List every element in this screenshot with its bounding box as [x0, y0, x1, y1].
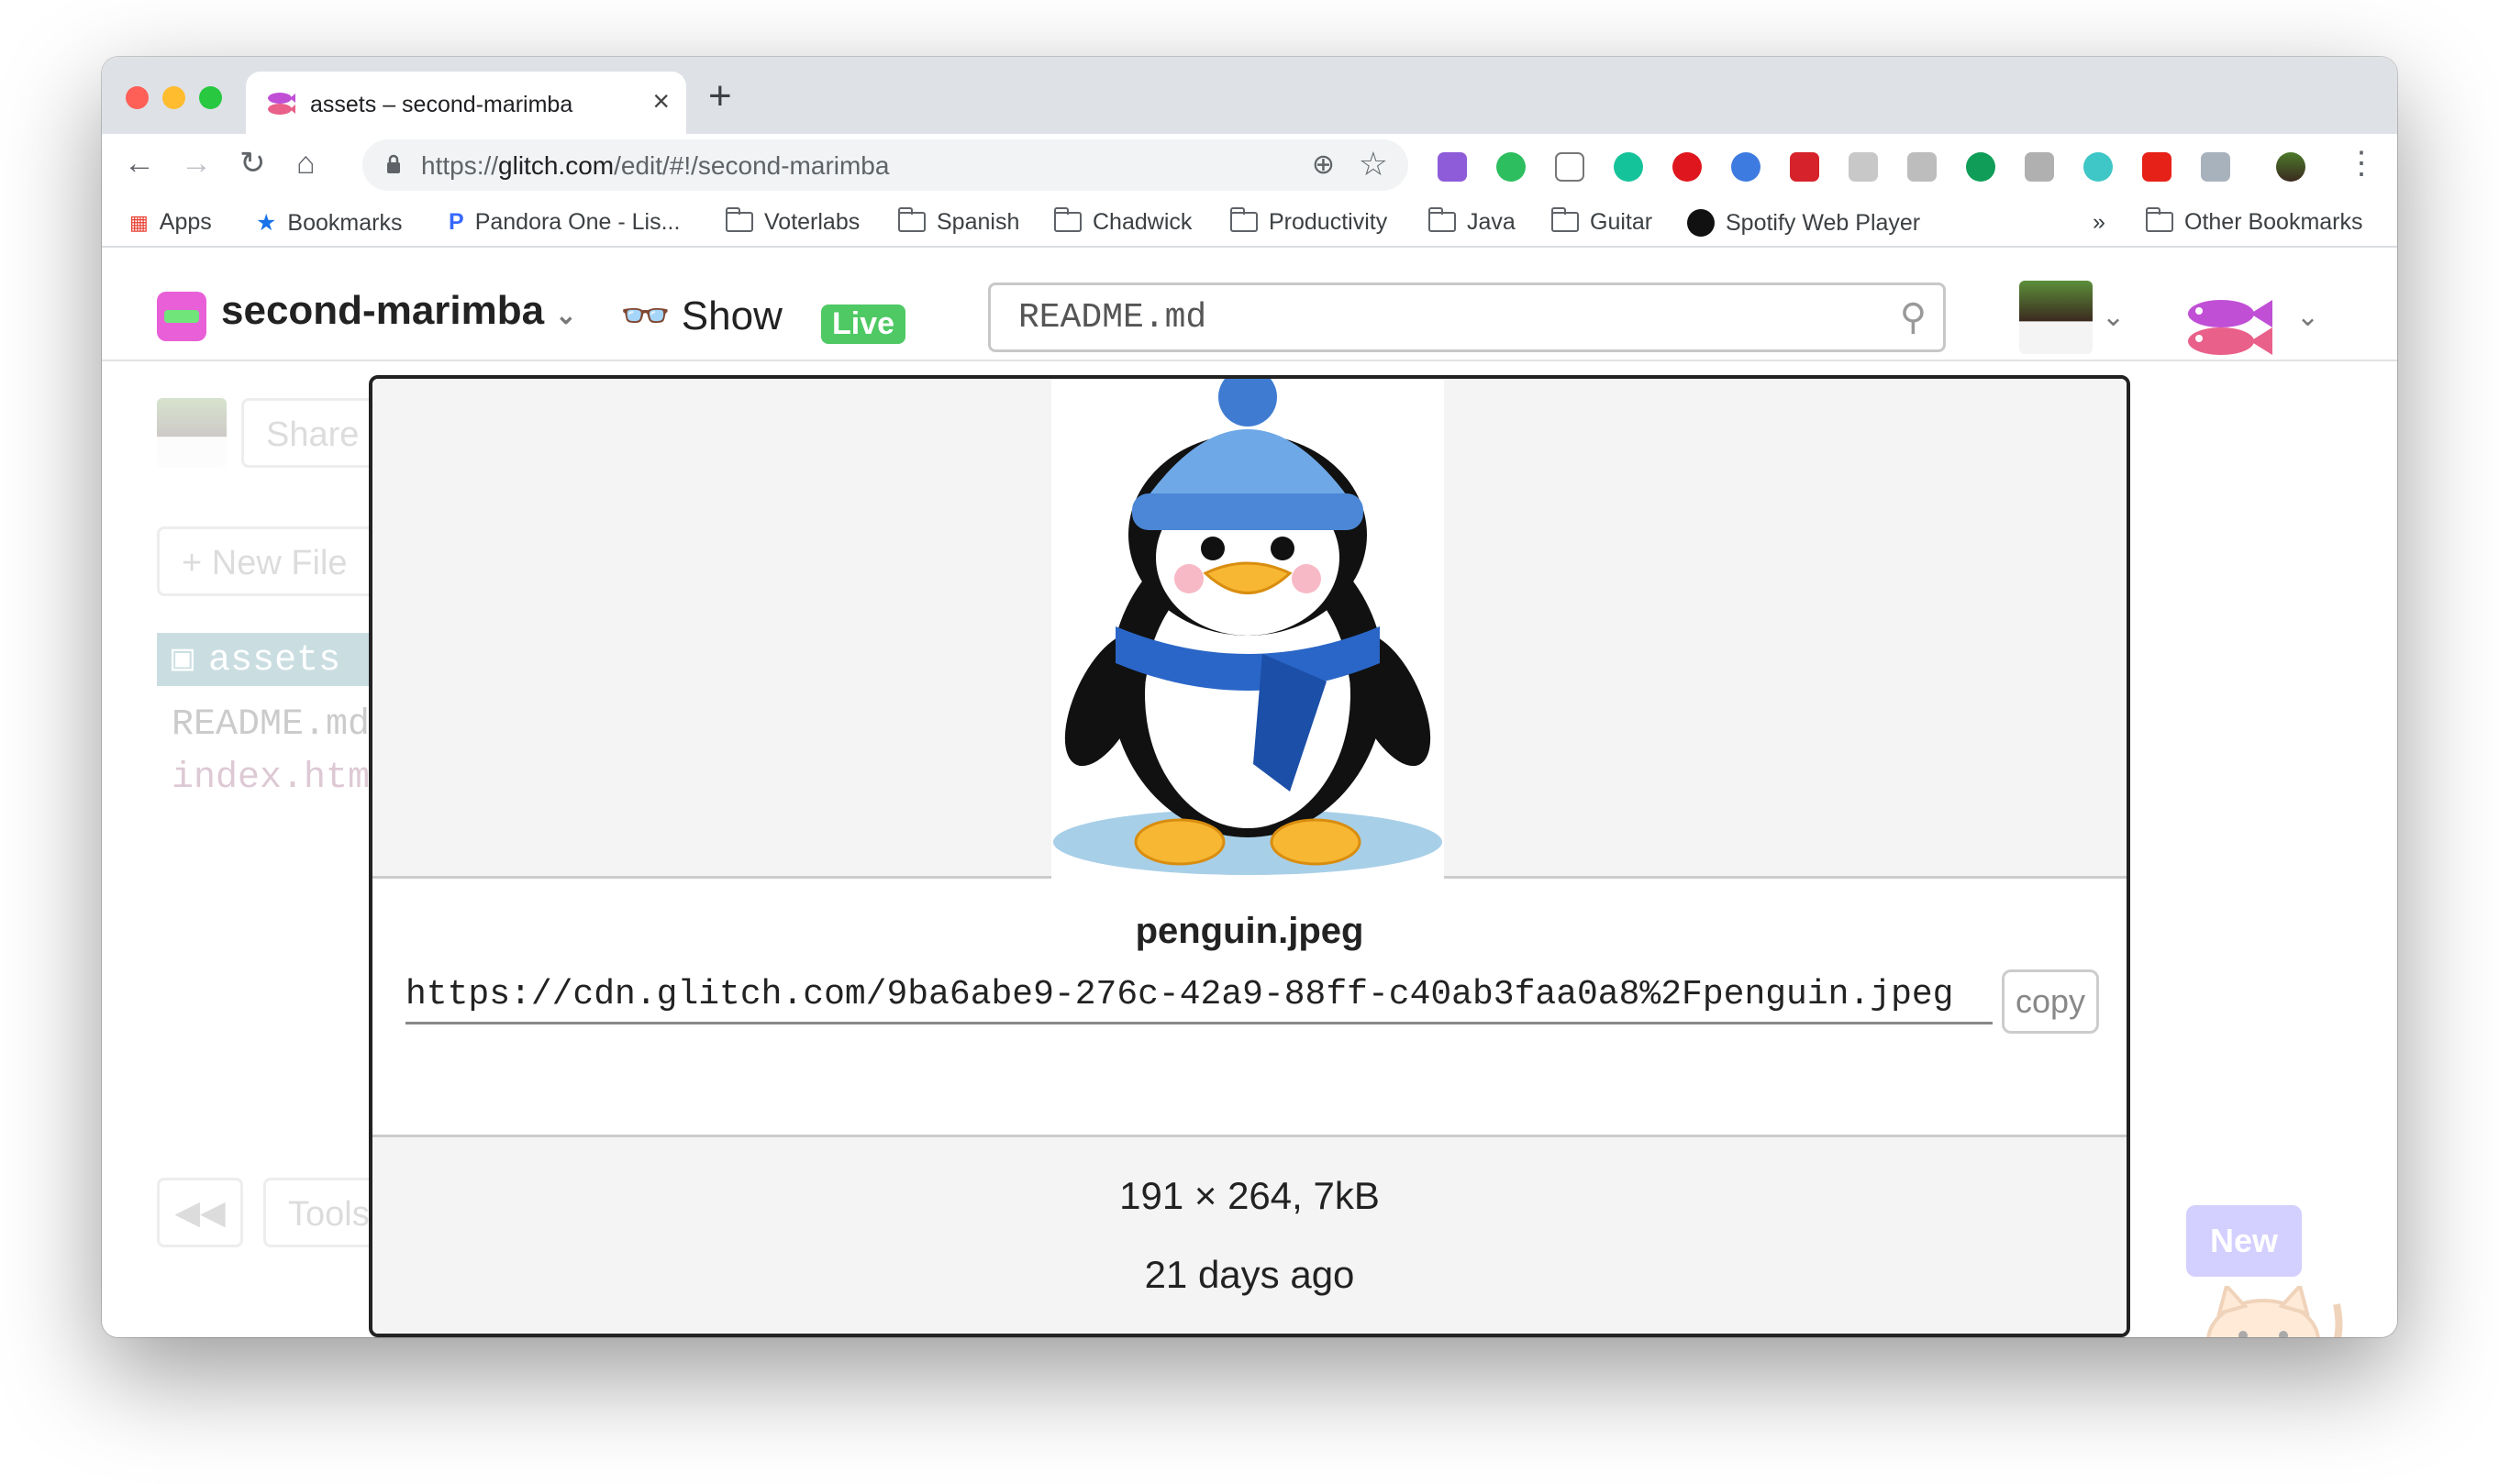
tasks-extension-icon[interactable]: [1438, 152, 1467, 182]
project-logo-icon: [157, 292, 206, 341]
tab-active[interactable]: assets – second-marimba ×: [246, 72, 686, 136]
bookmark-java[interactable]: Java: [1428, 207, 1516, 236]
file-assets[interactable]: ▣ assets: [157, 633, 395, 686]
asset-detail-modal: penguin.jpeg https://cdn.glitch.com/9ba6…: [369, 375, 2130, 1337]
glasses-icon: 👓: [620, 293, 671, 338]
live-badge[interactable]: Live: [821, 305, 906, 344]
address-bar[interactable]: https://glitch.com/edit/#!/second-marimb…: [362, 139, 1408, 191]
zoom-icon[interactable]: ⊕: [1312, 149, 1335, 181]
pandora-icon: P: [449, 209, 464, 235]
cube-extension-icon[interactable]: [1907, 152, 1937, 182]
asset-url-row: https://cdn.glitch.com/9ba6abe9-276c-42a…: [405, 969, 2099, 1039]
file-search-input[interactable]: README.md ⚲: [988, 282, 1946, 352]
back-icon[interactable]: ←: [124, 145, 155, 182]
project-name-menu[interactable]: second-marimba ⌄: [221, 288, 577, 334]
forward-icon[interactable]: →: [181, 145, 212, 182]
r-extension-icon[interactable]: [2025, 152, 2054, 182]
folder-icon: [1054, 207, 1082, 232]
gmail-extension-icon[interactable]: [1790, 152, 1819, 182]
chevron-down-icon[interactable]: ⌄: [2102, 301, 2125, 333]
new-file-button[interactable]: + New File: [157, 526, 395, 596]
menu-kebab-icon[interactable]: ⋮: [2346, 145, 2377, 182]
url-text: https://glitch.com/edit/#!/second-marimb…: [421, 151, 890, 180]
spotify-icon: [1687, 209, 1715, 237]
rewind-button[interactable]: ◀◀: [157, 1178, 243, 1247]
bookmark-apps[interactable]: ▦ Apps: [129, 209, 212, 236]
browser-toolbar: ← → ↻ ⌂ https://glitch.com/edit/#!/secon…: [102, 134, 2397, 196]
folder-icon: [726, 207, 753, 232]
show-button[interactable]: 👓 Show: [620, 292, 783, 339]
glitch-editor: second-marimba ⌄ 👓 Show Live README.md ⚲ ⌄…: [102, 248, 2397, 1337]
bookmark-pandora[interactable]: P Pandora One - Lis...: [449, 209, 680, 236]
youtube-extension-icon[interactable]: [2142, 152, 2171, 182]
asset-dimensions: 191 × 264, 7kB: [1119, 1174, 1380, 1217]
apps-grid-icon: ▦: [129, 211, 149, 234]
bookmark-other[interactable]: Other Bookmarks: [2146, 207, 2363, 236]
close-tab-icon[interactable]: ×: [652, 84, 670, 118]
minimize-window-button[interactable]: [162, 86, 185, 109]
more-bookmarks-button[interactable]: »: [2093, 209, 2105, 236]
new-tab-button[interactable]: +: [708, 73, 732, 119]
bookmark-spotify[interactable]: Spotify Web Player: [1687, 209, 1920, 237]
bookmarks-bar: ▦ Apps ★ Bookmarks P Pandora One - Lis... V…: [102, 196, 2397, 248]
maximize-window-button[interactable]: [199, 86, 222, 109]
cat-mascot-icon: [2206, 1286, 2343, 1337]
bookmark-guitar[interactable]: Guitar: [1551, 207, 1652, 236]
profile-avatar[interactable]: [2276, 152, 2305, 182]
folder-icon: [1551, 207, 1579, 232]
folder-icon: [1428, 207, 1456, 232]
search-value: README.md: [1018, 298, 1207, 338]
search-icon: ⚲: [1899, 297, 1927, 338]
chevron-down-icon[interactable]: ⌄: [2296, 301, 2319, 333]
bookmark-chadwick[interactable]: Chadwick: [1054, 207, 1192, 236]
bookmark-star-icon[interactable]: ☆: [1359, 145, 1388, 183]
bookmark-spanish[interactable]: Spanish: [898, 207, 1019, 236]
bookmark-bookmarks[interactable]: ★ Bookmarks: [256, 209, 402, 237]
tab-strip: assets – second-marimba × +: [102, 57, 2397, 136]
browser-window: assets – second-marimba × + ← → ↻ ⌂ http…: [102, 57, 2397, 1337]
asset-image: [1051, 379, 1444, 879]
drive-extension-icon[interactable]: [1849, 152, 1878, 182]
asset-url-field[interactable]: https://cdn.glitch.com/9ba6abe9-276c-42a…: [405, 975, 1993, 1024]
password-extension-icon[interactable]: [1731, 152, 1760, 182]
hangouts-extension-icon[interactable]: [1966, 152, 1995, 182]
bookmark-voterlabs[interactable]: Voterlabs: [726, 207, 860, 236]
star-icon: ★: [256, 210, 277, 236]
share-button[interactable]: Share: [241, 398, 388, 468]
evernote-extension-icon[interactable]: [1496, 152, 1526, 182]
download-extension-icon[interactable]: [2201, 152, 2230, 182]
asset-preview: [372, 379, 2127, 879]
calendar-extension-icon[interactable]: [1555, 152, 1584, 182]
asset-age: 21 days ago: [1144, 1253, 1355, 1296]
asset-meta: 191 × 264, 7kB 21 days ago: [372, 1135, 2127, 1334]
close-window-button[interactable]: [126, 86, 149, 109]
grammarly-extension-icon[interactable]: [1614, 152, 1643, 182]
folder-icon: [898, 207, 926, 232]
penguin-image: [1053, 379, 1442, 875]
folder-icon: [2146, 207, 2173, 232]
m-extension-icon[interactable]: [2083, 152, 2113, 182]
user-avatar[interactable]: [2019, 281, 2093, 354]
home-icon[interactable]: ⌂: [296, 145, 316, 182]
bookmark-productivity[interactable]: Productivity: [1230, 207, 1387, 236]
reload-icon[interactable]: ↻: [239, 145, 266, 182]
adblock-extension-icon[interactable]: [1672, 152, 1702, 182]
asset-filename: penguin.jpeg: [1135, 911, 1364, 951]
lock-icon: [387, 154, 400, 173]
file-index[interactable]: index.htm: [172, 758, 370, 799]
editor-header: second-marimba ⌄ 👓 Show Live README.md ⚲ ⌄…: [102, 248, 2397, 361]
glitch-logo-icon[interactable]: [2184, 295, 2272, 360]
folder-icon: [1230, 207, 1258, 232]
sidebar-avatar: [157, 398, 227, 468]
chevron-down-icon: ⌄: [555, 301, 577, 329]
tab-title: assets – second-marimba: [310, 92, 573, 117]
copy-button[interactable]: copy: [2002, 969, 2099, 1034]
file-readme[interactable]: README.md: [172, 704, 370, 746]
new-badge[interactable]: New: [2186, 1205, 2302, 1277]
glitch-fish-icon: [268, 93, 295, 115]
archive-icon: ▣: [172, 640, 194, 681]
